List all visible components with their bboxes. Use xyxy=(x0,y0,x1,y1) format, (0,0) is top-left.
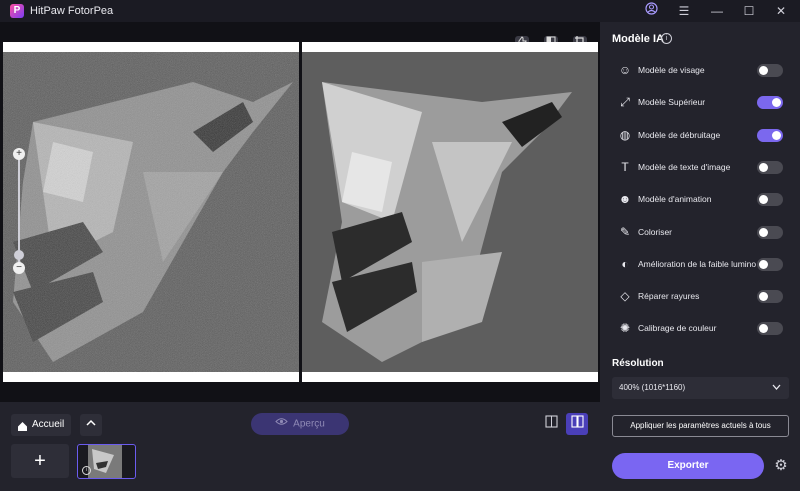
text-icon: T xyxy=(621,159,629,174)
menu-icon[interactable]: ☰ xyxy=(673,2,695,20)
maximize-button[interactable]: ☐ xyxy=(738,2,760,20)
model-toggle[interactable] xyxy=(757,160,783,174)
model-row: ☻ Modèle d'animation xyxy=(600,190,800,210)
resolution-value: 400% (1016*1160) xyxy=(619,383,686,392)
minimize-button[interactable]: — xyxy=(706,2,728,20)
close-button[interactable]: ✕ xyxy=(770,2,792,20)
home-label: Accueil xyxy=(32,419,65,430)
model-row: ◐ Amélioration de la faible luminosité xyxy=(600,255,800,275)
zoom-out-icon[interactable]: − xyxy=(13,262,25,274)
enhanced-image[interactable] xyxy=(302,42,598,382)
split-view-icon[interactable] xyxy=(566,413,588,435)
preview-label: Aperçu xyxy=(293,418,325,430)
original-image[interactable] xyxy=(3,42,299,382)
model-label: Calibrage de couleur xyxy=(638,323,717,334)
zoom-slider-handle[interactable] xyxy=(14,250,24,260)
preview-button[interactable]: Aperçu xyxy=(251,413,349,435)
model-label: Réparer rayures xyxy=(638,291,700,302)
home-button[interactable]: Accueil xyxy=(11,414,71,436)
model-toggle[interactable] xyxy=(757,128,783,142)
upscale-icon: ⤢ xyxy=(620,95,630,110)
image-thumbnail[interactable]: i xyxy=(77,444,136,479)
apply-to-all-button[interactable]: Appliquer les paramètres actuels à tous xyxy=(612,415,789,437)
model-toggle[interactable] xyxy=(757,322,783,336)
account-icon[interactable] xyxy=(640,2,662,20)
resolution-title: Résolution xyxy=(612,358,664,369)
model-toggle[interactable] xyxy=(757,257,783,271)
model-row: ✎ Coloriser xyxy=(600,223,800,243)
eye-icon xyxy=(275,413,288,435)
info-icon: i xyxy=(82,466,91,475)
app-logo: P xyxy=(10,4,24,18)
lowlight-icon: ◐ xyxy=(621,256,629,271)
model-row: ◍ Modèle de débruitage xyxy=(600,126,800,146)
scratch-icon: ◇ xyxy=(620,289,630,304)
color-calibration-icon: ✺ xyxy=(619,321,631,336)
model-toggle[interactable] xyxy=(757,96,783,110)
chevron-up-icon[interactable] xyxy=(80,414,102,436)
model-row: ⤢ Modèle Supérieur xyxy=(600,93,800,113)
model-label: Modèle d'animation xyxy=(638,194,712,205)
colorize-icon: ✎ xyxy=(619,224,631,239)
panel-title: Modèle IA xyxy=(612,33,664,45)
model-toggle[interactable] xyxy=(757,193,783,207)
denoise-icon: ◍ xyxy=(619,127,631,142)
export-button[interactable]: Exporter xyxy=(612,453,764,479)
title-bar: P HitPaw FotorPea ☰ — ☐ ✕ xyxy=(0,0,800,22)
single-view-icon[interactable] xyxy=(540,413,562,435)
face-icon: ☺ xyxy=(618,63,632,77)
model-row: ☺ Modèle de visage xyxy=(600,61,800,81)
zoom-in-icon[interactable]: + xyxy=(13,148,25,160)
model-label: Modèle de visage xyxy=(638,65,705,75)
model-label: Coloriser xyxy=(638,226,673,237)
ai-model-panel: Modèle IA i ☺ Modèle de visage ⤢ Modèle Sup… xyxy=(600,22,800,491)
model-row: ✺ Calibrage de couleur xyxy=(600,319,800,339)
chevron-down-icon xyxy=(772,377,781,399)
settings-gear-icon[interactable]: ⚙ xyxy=(772,457,790,475)
animation-icon: ☻ xyxy=(618,192,632,207)
model-toggle[interactable] xyxy=(757,290,783,304)
model-row: T Modèle de texte d'image xyxy=(600,158,800,178)
info-icon[interactable]: i xyxy=(661,33,672,44)
model-toggle[interactable] xyxy=(757,64,783,77)
model-toggle[interactable] xyxy=(757,225,783,239)
model-row: ◇ Réparer rayures xyxy=(600,287,800,307)
add-image-button[interactable]: + xyxy=(11,444,69,478)
model-label: Modèle de débruitage xyxy=(638,129,721,140)
model-label: Modèle Supérieur xyxy=(638,97,706,108)
home-icon xyxy=(17,419,28,441)
model-label: Amélioration de la faible luminosité xyxy=(638,258,756,269)
bottom-bar: Accueil Aperçu + i xyxy=(0,402,600,491)
resolution-select[interactable]: 400% (1016*1160) xyxy=(612,377,789,399)
app-title: HitPaw FotorPea xyxy=(30,5,114,17)
model-label: Modèle de texte d'image xyxy=(638,161,731,172)
preview-stage: + − xyxy=(0,22,600,402)
